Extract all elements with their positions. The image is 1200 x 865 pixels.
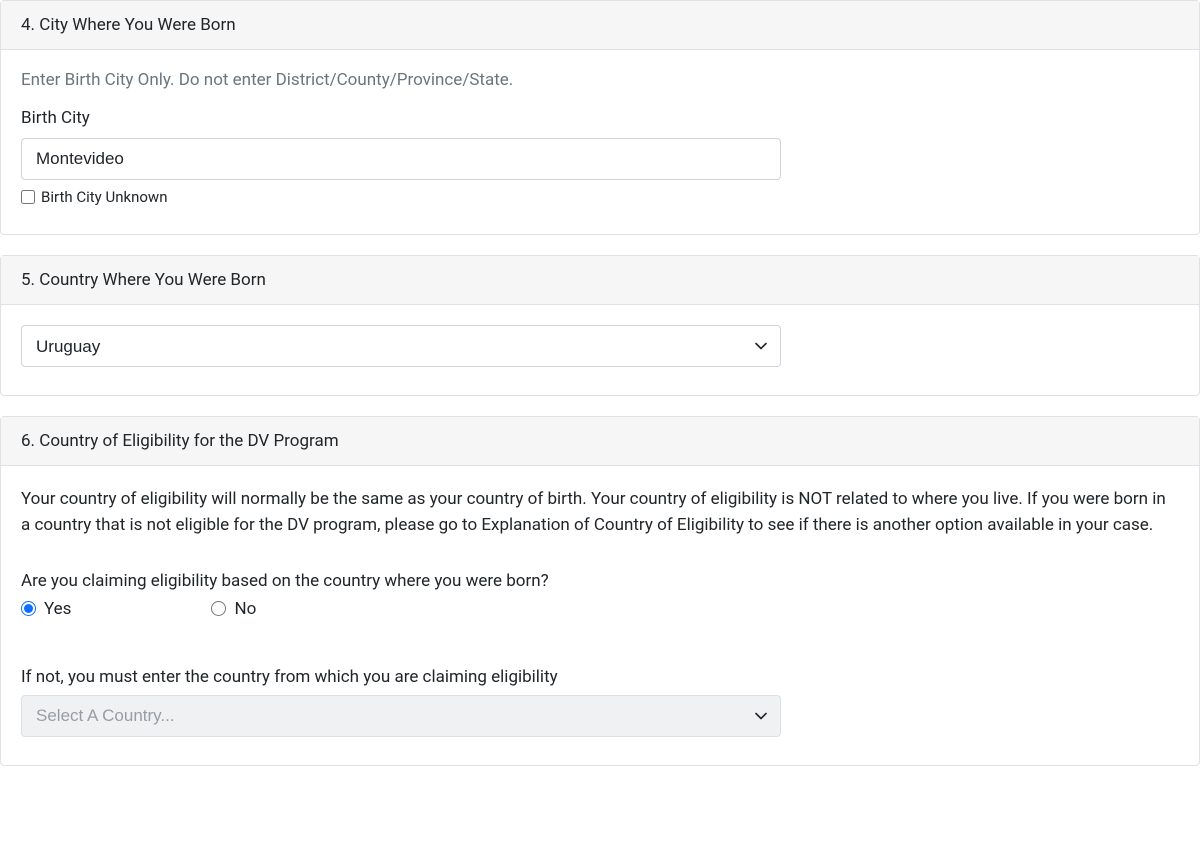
section-header: 4. City Where You Were Born	[1, 1, 1199, 50]
section-body: Enter Birth City Only. Do not enter Dist…	[1, 50, 1199, 234]
radio-option-yes: Yes	[21, 599, 71, 619]
birth-city-unknown-checkbox[interactable]	[21, 190, 35, 204]
helper-text: Enter Birth City Only. Do not enter Dist…	[21, 70, 1179, 90]
birth-city-label: Birth City	[21, 108, 1179, 128]
birth-city-input[interactable]	[21, 138, 781, 180]
birth-city-unknown-label[interactable]: Birth City Unknown	[41, 188, 167, 206]
section-body: Your country of eligibility will normall…	[1, 466, 1199, 765]
section-body: Uruguay	[1, 305, 1199, 395]
eligibility-radio-row: Yes No	[21, 599, 1179, 619]
eligibility-question: Are you claiming eligibility based on th…	[21, 571, 1179, 591]
ifnot-label: If not, you must enter the country from …	[21, 667, 1179, 687]
ifnot-country-select: Select A Country...	[21, 695, 781, 737]
eligibility-no-radio[interactable]	[211, 601, 226, 616]
section-birth-city: 4. City Where You Were Born Enter Birth …	[0, 0, 1200, 235]
section-header: 5. Country Where You Were Born	[1, 256, 1199, 305]
ifnot-country-select-wrap: Select A Country...	[21, 695, 781, 737]
birth-country-select-wrap: Uruguay	[21, 325, 781, 367]
section-birth-country: 5. Country Where You Were Born Uruguay	[0, 255, 1200, 396]
radio-option-no: No	[211, 599, 256, 619]
eligibility-body-text: Your country of eligibility will normall…	[21, 486, 1179, 539]
eligibility-yes-radio[interactable]	[21, 601, 36, 616]
eligibility-yes-label[interactable]: Yes	[44, 599, 71, 619]
birth-country-select[interactable]: Uruguay	[21, 325, 781, 367]
section-eligibility: 6. Country of Eligibility for the DV Pro…	[0, 416, 1200, 766]
section-header: 6. Country of Eligibility for the DV Pro…	[1, 417, 1199, 466]
eligibility-no-label[interactable]: No	[234, 599, 256, 619]
birth-city-unknown-row: Birth City Unknown	[21, 188, 1179, 206]
